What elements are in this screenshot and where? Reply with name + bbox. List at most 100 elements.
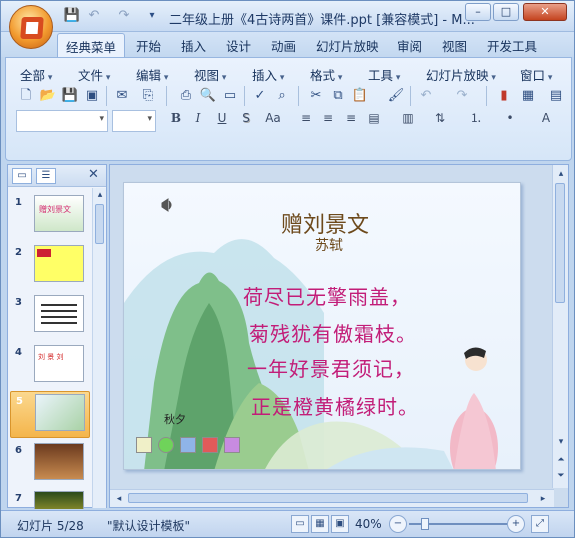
align-left-icon[interactable]: ≡	[297, 109, 315, 127]
slide-thumb-7[interactable]: 7	[10, 489, 90, 509]
menu-edit[interactable]: 编辑	[136, 65, 168, 84]
new-icon[interactable]: 🗋	[16, 86, 36, 105]
tab-home[interactable]: 开始	[136, 36, 161, 55]
minimize-button[interactable]: –	[465, 3, 491, 21]
zoom-level[interactable]: 40%	[355, 517, 382, 531]
underline-button[interactable]: U	[213, 109, 231, 127]
email-icon[interactable]: ✉	[112, 86, 132, 105]
font-name-combo[interactable]	[16, 110, 108, 132]
tab-review[interactable]: 审阅	[397, 36, 422, 55]
zoom-in-button[interactable]: +	[507, 515, 525, 533]
fit-to-window-icon[interactable]: ⤢	[531, 515, 549, 533]
open-icon[interactable]: 📂	[38, 86, 58, 105]
columns-icon[interactable]: ▥	[399, 109, 417, 127]
menu-all[interactable]: 全部	[20, 65, 52, 84]
hscroll-thumb[interactable]	[128, 493, 528, 503]
scroll-up-icon[interactable]: ▴	[554, 167, 568, 181]
next-slide-icon[interactable]: ⏷	[554, 469, 568, 483]
pane-scrollbar[interactable]: ▴	[92, 188, 106, 508]
print-icon[interactable]: ⎙	[176, 86, 196, 105]
qat-customize-icon[interactable]: ▾	[143, 8, 161, 24]
vertical-scrollbar[interactable]: ▴ ▾ ⏶ ⏷	[552, 165, 568, 488]
italic-button[interactable]: I	[189, 109, 207, 127]
menu-slideshow[interactable]: 幻灯片放映	[426, 65, 496, 84]
save-toolbar-icon[interactable]: 💾	[60, 86, 80, 105]
spelling-icon[interactable]: ✓	[250, 86, 270, 105]
tab-classic-menu[interactable]: 经典菜单	[57, 33, 126, 58]
permission-icon[interactable]: ▣	[82, 86, 102, 105]
scroll-right-icon[interactable]: ▸	[536, 492, 550, 506]
zoom-slider-thumb[interactable]	[421, 518, 429, 530]
tab-insert[interactable]: 插入	[181, 36, 206, 55]
nav-triangle-icon[interactable]	[136, 437, 152, 453]
attach-icon[interactable]: ⎘	[138, 86, 158, 105]
close-button[interactable]: ✕	[523, 3, 567, 21]
undo-icon[interactable]: ↶	[85, 8, 103, 24]
slide-thumb-5[interactable]: 5	[10, 391, 90, 438]
copy-icon[interactable]: ⧉	[328, 86, 348, 105]
slideshow-view-icon[interactable]: ▣	[331, 515, 349, 533]
tab-slides-thumbnails[interactable]: ▭	[12, 168, 32, 184]
pane-close-icon[interactable]: ✕	[88, 167, 99, 182]
change-case-button[interactable]: Aa	[260, 109, 286, 127]
nav-circle-icon[interactable]	[158, 437, 174, 453]
tab-animation[interactable]: 动画	[271, 36, 296, 55]
format-painter-icon[interactable]: 🖌	[386, 86, 406, 105]
horizontal-scrollbar[interactable]: ◂ ▸	[110, 489, 554, 507]
slide-thumb-1[interactable]: 1 赠刘景文	[10, 193, 90, 240]
nav-down-triangle-icon[interactable]	[224, 437, 240, 453]
slide-thumb-2[interactable]: 2	[10, 243, 90, 290]
office-button[interactable]	[9, 5, 53, 49]
nav-square-icon[interactable]	[202, 437, 218, 453]
grid-icon[interactable]: ▤	[546, 86, 566, 105]
research-icon[interactable]: ⌕	[272, 86, 292, 105]
menu-view[interactable]: 视图	[194, 65, 226, 84]
layout-icon[interactable]: ▭	[220, 86, 240, 105]
align-center-icon[interactable]: ≡	[319, 109, 337, 127]
scroll-left-icon[interactable]: ◂	[112, 492, 126, 506]
prev-slide-icon[interactable]: ⏶	[554, 453, 568, 467]
tab-view[interactable]: 视图	[442, 36, 467, 55]
font-size-combo[interactable]	[112, 110, 156, 132]
slide-thumb-3[interactable]: 3	[10, 293, 90, 340]
tab-design[interactable]: 设计	[226, 36, 251, 55]
menu-file[interactable]: 文件	[78, 65, 110, 84]
redo-toolbar-icon[interactable]: ↷	[452, 86, 472, 105]
text-direction-icon[interactable]: ⇅	[431, 109, 449, 127]
numbering-icon[interactable]: ⒈	[467, 109, 485, 127]
paste-icon[interactable]: 📋	[350, 86, 370, 105]
scroll-up-icon[interactable]: ▴	[93, 188, 107, 202]
scroll-down-icon[interactable]: ▾	[554, 435, 568, 449]
menu-tools[interactable]: 工具	[368, 65, 400, 84]
zoom-out-button[interactable]: −	[389, 515, 407, 533]
cut-icon[interactable]: ✂	[306, 86, 326, 105]
print-preview-icon[interactable]: 🔍	[198, 86, 218, 105]
menu-insert[interactable]: 插入	[252, 65, 284, 84]
normal-view-icon[interactable]: ▭	[291, 515, 309, 533]
tab-outline[interactable]: ☰	[36, 168, 56, 184]
slide-sorter-icon[interactable]: ▦	[311, 515, 329, 533]
tab-developer[interactable]: 开发工具	[487, 36, 537, 55]
chart-icon[interactable]: ▮	[494, 86, 514, 105]
nav-arrow-icon[interactable]	[180, 437, 196, 453]
shadow-button[interactable]: S	[237, 109, 255, 127]
slide-thumb-6[interactable]: 6	[10, 441, 90, 488]
justify-icon[interactable]: ▤	[365, 109, 383, 127]
menu-format[interactable]: 格式	[310, 65, 342, 84]
menu-window[interactable]: 窗口	[520, 65, 552, 84]
table-icon[interactable]: ▦	[518, 86, 538, 105]
scroll-thumb[interactable]	[95, 204, 104, 244]
bullets-icon[interactable]: •	[501, 109, 519, 127]
font-color-icon[interactable]: A	[537, 109, 555, 127]
redo-icon[interactable]: ↷	[115, 8, 133, 24]
bold-button[interactable]: B	[167, 109, 185, 127]
maximize-button[interactable]: □	[493, 3, 519, 21]
undo-toolbar-icon[interactable]: ↶	[416, 86, 436, 105]
slide-thumb-4[interactable]: 4 刘 景 刘	[10, 343, 90, 390]
align-right-icon[interactable]: ≡	[342, 109, 360, 127]
slide-canvas[interactable]: 赠刘景文 苏轼 荷尽已无擎雨盖， 菊残犹有傲霜枝。 一年好景君须记， 正是橙黄橘…	[123, 182, 521, 470]
save-icon[interactable]: 💾	[63, 8, 81, 24]
scroll-thumb[interactable]	[555, 183, 565, 303]
zoom-slider[interactable]	[409, 518, 507, 530]
tab-slideshow[interactable]: 幻灯片放映	[316, 36, 379, 55]
